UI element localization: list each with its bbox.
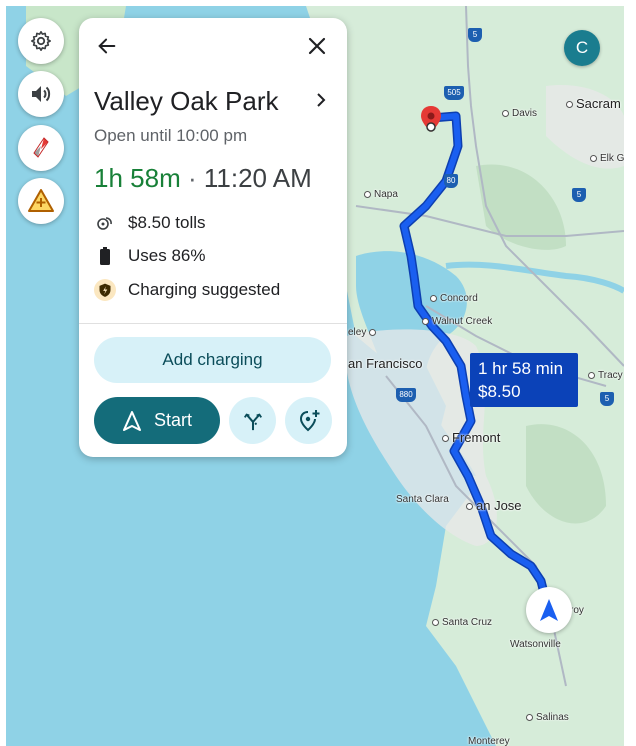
destination-pin-icon[interactable] xyxy=(421,106,441,134)
city-elk-grove: Elk G xyxy=(590,153,624,164)
city-santa-cruz: Santa Cruz xyxy=(432,617,492,628)
city-napa: Napa xyxy=(364,189,398,200)
city-walnut-creek: Walnut Creek xyxy=(422,316,492,327)
eta-separator: · xyxy=(187,163,197,193)
charging-text: Charging suggested xyxy=(128,280,281,299)
tolls-text: $8.50 tolls xyxy=(128,213,206,232)
toll-icon xyxy=(94,212,116,234)
avatar-letter: C xyxy=(575,38,589,57)
city-salinas: Salinas xyxy=(526,712,569,723)
speaker-icon xyxy=(32,86,51,102)
gear-icon xyxy=(31,31,51,51)
warning-plus-icon xyxy=(28,189,54,212)
charging-shield-icon xyxy=(94,279,116,301)
tolls-row: $8.50 tolls xyxy=(94,212,206,234)
compass-icon xyxy=(33,137,49,158)
battery-icon xyxy=(94,245,116,267)
directions-card: Valley Oak Park Open until 10:00 pm 1h 5… xyxy=(79,18,347,457)
compass-button[interactable] xyxy=(18,125,64,171)
interstate-shield: 5 xyxy=(572,188,586,202)
route-toll-text: $8.50 xyxy=(478,382,521,401)
city-gilroy: roy xyxy=(570,605,584,616)
route-duration-text: 1 hr 58 min xyxy=(478,359,564,378)
battery-row: Uses 86% xyxy=(94,245,205,267)
current-location-puck[interactable] xyxy=(526,587,572,633)
settings-button[interactable] xyxy=(18,18,64,64)
back-button[interactable] xyxy=(93,32,121,60)
start-label: Start xyxy=(153,410,192,430)
interstate-shield: 5 xyxy=(600,392,614,406)
interstate-shield: 880 xyxy=(396,388,416,402)
add-charging-button[interactable]: Add charging xyxy=(94,337,331,383)
city-berkeley: eley xyxy=(348,327,379,338)
add-charging-label: Add charging xyxy=(162,350,263,369)
city-davis: Davis xyxy=(502,108,537,119)
arrival-time: 11:20 AM xyxy=(203,163,312,193)
fork-route-icon xyxy=(243,412,262,430)
city-monterey: Monterey xyxy=(468,736,510,746)
city-watsonville: Watsonville xyxy=(510,639,561,650)
back-arrow-icon xyxy=(98,38,116,54)
city-santa-clara: Santa Clara xyxy=(396,494,449,505)
account-avatar[interactable]: C xyxy=(564,30,600,66)
city-san-francisco: an Francisco xyxy=(348,356,423,371)
card-divider xyxy=(79,323,347,324)
battery-text: Uses 86% xyxy=(128,246,206,265)
close-button[interactable] xyxy=(303,32,331,60)
chevron-right-icon[interactable] xyxy=(311,90,331,110)
opening-hours: Open until 10:00 pm xyxy=(94,126,248,145)
interstate-shield: 505 xyxy=(444,86,464,100)
navigation-arrow-icon xyxy=(122,410,141,431)
city-san-jose: an Jose xyxy=(466,498,522,513)
start-button[interactable]: Start xyxy=(94,397,220,444)
navigation-arrow-icon xyxy=(540,599,558,621)
alternate-routes-button[interactable] xyxy=(229,397,276,444)
add-stop-button[interactable] xyxy=(285,397,332,444)
city-fremont: Fremont xyxy=(442,430,500,445)
destination-title[interactable]: Valley Oak Park xyxy=(94,86,278,117)
interstate-shield: 80 xyxy=(444,174,458,188)
report-incident-button[interactable] xyxy=(18,178,64,224)
city-sacramento: Sacram xyxy=(566,96,621,111)
route-duration-label[interactable]: 1 hr 58 min $8.50 xyxy=(470,353,578,407)
city-tracy: Tracy xyxy=(588,370,623,381)
trip-eta: 1h 58m · 11:20 AM xyxy=(94,163,312,194)
sound-button[interactable] xyxy=(18,71,64,117)
interstate-shield: 5 xyxy=(468,28,482,42)
close-icon xyxy=(308,37,326,55)
charging-row: Charging suggested xyxy=(94,279,280,301)
add-location-icon xyxy=(299,409,319,431)
city-concord: Concord xyxy=(430,293,478,304)
trip-duration: 1h 58m xyxy=(94,163,181,193)
